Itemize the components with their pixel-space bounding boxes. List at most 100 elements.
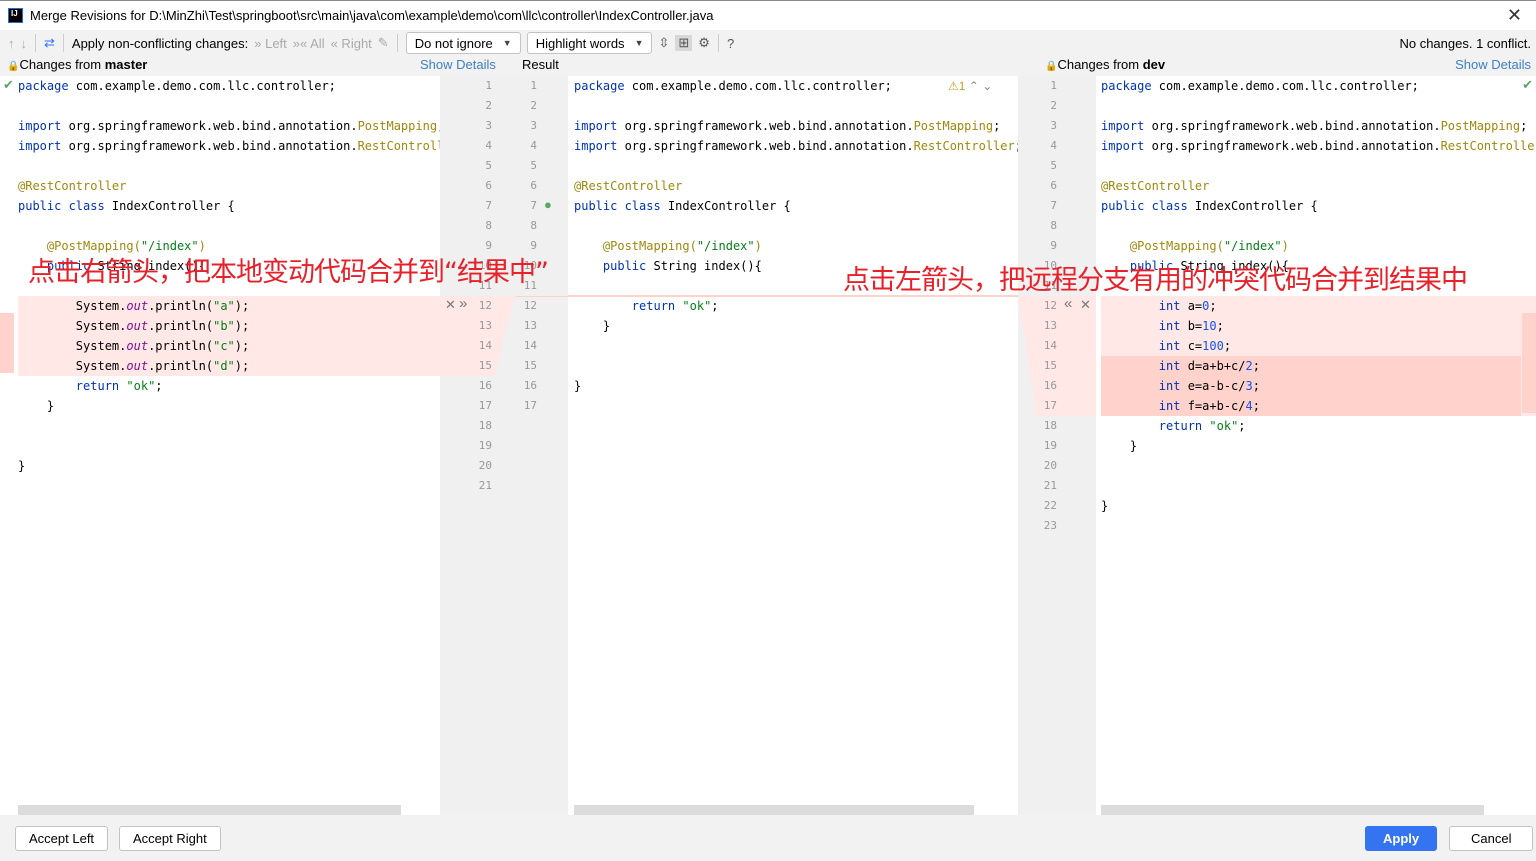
right-h-scrollbar[interactable] — [1101, 805, 1484, 815]
code-line: public class IndexController { — [574, 196, 1018, 216]
line-number: 19 — [478, 439, 492, 452]
line-number: 1 — [530, 79, 537, 92]
code-token: package — [1101, 79, 1152, 93]
code-line: int a=0; — [1101, 296, 1536, 316]
accept-left-arrow-icon[interactable]: » — [459, 295, 467, 312]
line-number: 8 — [530, 219, 537, 232]
code-token: ; — [1252, 359, 1260, 373]
right-gutter: 1 2 3 4 5 6 7 8 9 10 11 12 13 14 15 16 17 18 19 20 21 22 23 « … — [1018, 76, 1096, 815]
line-number: 13 — [478, 319, 492, 332]
reject-left-icon[interactable]: ✕ — [445, 297, 456, 313]
apply-right-button[interactable]: « Right — [331, 36, 372, 51]
accept-left-button[interactable]: Accept Left — [15, 826, 109, 851]
code-token: ; — [1252, 399, 1260, 413]
left-show-details-link[interactable]: Show Details — [420, 57, 496, 72]
line-number: 18 — [1043, 419, 1057, 432]
code-token: String index(){ — [646, 259, 762, 273]
right-editor[interactable]: package com.example.demo.com.llc.control… — [1096, 76, 1536, 815]
conflict-nav: ⚠1 ⌃ ⌄ — [948, 79, 992, 93]
code-token: "ok" — [1209, 419, 1239, 433]
right-show-details-link[interactable]: Show Details — [1455, 57, 1531, 72]
code-token: public class — [574, 199, 661, 213]
left-editor[interactable]: package com.example.demo.com.llc.control… — [0, 76, 440, 815]
code-token: ; — [993, 119, 1001, 133]
annotation-left: 点击右箭头，把本地变动代码合并到“结果中” — [28, 257, 549, 288]
apply-all-button[interactable]: »« All — [293, 36, 325, 51]
result-code: package com.example.demo.com.llc.control… — [574, 76, 1018, 416]
close-button[interactable]: ✕ — [1507, 5, 1522, 26]
line-number: 3 — [530, 119, 537, 132]
gear-icon[interactable]: ⚙ — [698, 35, 710, 51]
code-line: } — [18, 396, 440, 416]
code-token: .println( — [148, 299, 214, 313]
code-token: 3 — [1245, 379, 1253, 393]
line-number: 23 — [1043, 519, 1057, 532]
code-line: int e=a-b-c/3; — [1101, 376, 1536, 396]
sync-scroll-icon[interactable]: ⊞ — [675, 35, 693, 51]
line-number: 8 — [485, 219, 492, 232]
code-line: System.out.println("a"); — [18, 296, 440, 316]
help-icon[interactable]: ? — [727, 36, 734, 51]
code-token: c= — [1180, 339, 1203, 353]
code-token: int — [1101, 339, 1181, 353]
code-line: int b=10; — [1101, 316, 1536, 336]
ignore-whitespace-dropdown[interactable]: Do not ignore ▼ — [405, 32, 521, 54]
code-token: org.springframework.web.bind.annotation. — [1144, 119, 1441, 133]
bulb-icon[interactable]: ● — [544, 197, 552, 212]
code-token: @RestController — [18, 179, 127, 193]
code-token: ); — [234, 299, 250, 313]
left-h-scrollbar[interactable] — [18, 805, 401, 815]
code-token: "d" — [213, 359, 235, 373]
line-number: 2 — [530, 99, 537, 112]
code-token: } — [574, 379, 582, 393]
line-number: 2 — [485, 99, 492, 112]
code-line: import org.springframework.web.bind.anno… — [574, 116, 1018, 136]
code-token: } — [1101, 439, 1138, 453]
accept-right-arrow-icon[interactable]: « — [1064, 295, 1072, 312]
collapse-unchanged-icon[interactable]: ⇳ — [658, 35, 669, 51]
cancel-button[interactable]: Cancel — [1449, 826, 1534, 851]
prev-change-icon[interactable]: ↑ — [8, 36, 15, 51]
intellij-logo-icon: IJ — [8, 8, 23, 23]
code-token: RestController — [913, 139, 1015, 153]
result-header: Result — [522, 57, 559, 72]
code-line: return "ok"; — [574, 296, 1018, 316]
resolve-magic-icon[interactable]: ⇄ — [44, 35, 55, 51]
code-token: 4 — [1245, 399, 1253, 413]
next-conflict-button[interactable]: ⌄ — [982, 79, 992, 93]
apply-button[interactable]: Apply — [1365, 826, 1438, 851]
line-number: 6 — [530, 179, 537, 192]
code-token: import — [574, 119, 618, 133]
accept-right-button[interactable]: Accept Right — [119, 826, 221, 851]
code-token: a= — [1180, 299, 1203, 313]
result-editor[interactable]: package com.example.demo.com.llc.control… — [568, 76, 1018, 815]
reject-right-icon[interactable]: ✕ — [1080, 297, 1091, 313]
highlight-dropdown[interactable]: Highlight words ▼ — [526, 32, 653, 54]
code-token: 2 — [1245, 359, 1253, 373]
code-token: ) — [1281, 239, 1289, 253]
divider — [62, 34, 64, 52]
code-token: public — [574, 259, 647, 273]
code-line: } — [1101, 496, 1536, 516]
title-bar: IJ Merge Revisions for D:\MinZhi\Test\sp… — [0, 0, 1536, 30]
code-token: e=a-b-c/ — [1180, 379, 1246, 393]
line-number: 2 — [1050, 99, 1057, 112]
code-token: public class — [1101, 199, 1188, 213]
code-token: com.example.demo.com.llc.controller; — [68, 79, 336, 93]
code-token: org.springframework.web.bind.annotation. — [617, 119, 914, 133]
line-number: 1 — [1050, 79, 1057, 92]
wand-icon[interactable]: ✎ — [378, 35, 389, 51]
line-number: 15 — [523, 359, 537, 372]
apply-left-button[interactable]: » Left — [254, 36, 287, 51]
prev-conflict-button[interactable]: ⌃ — [969, 79, 979, 93]
result-h-scrollbar[interactable] — [574, 805, 974, 815]
code-token: import — [1101, 119, 1145, 133]
next-change-icon[interactable]: ↓ — [21, 36, 28, 51]
